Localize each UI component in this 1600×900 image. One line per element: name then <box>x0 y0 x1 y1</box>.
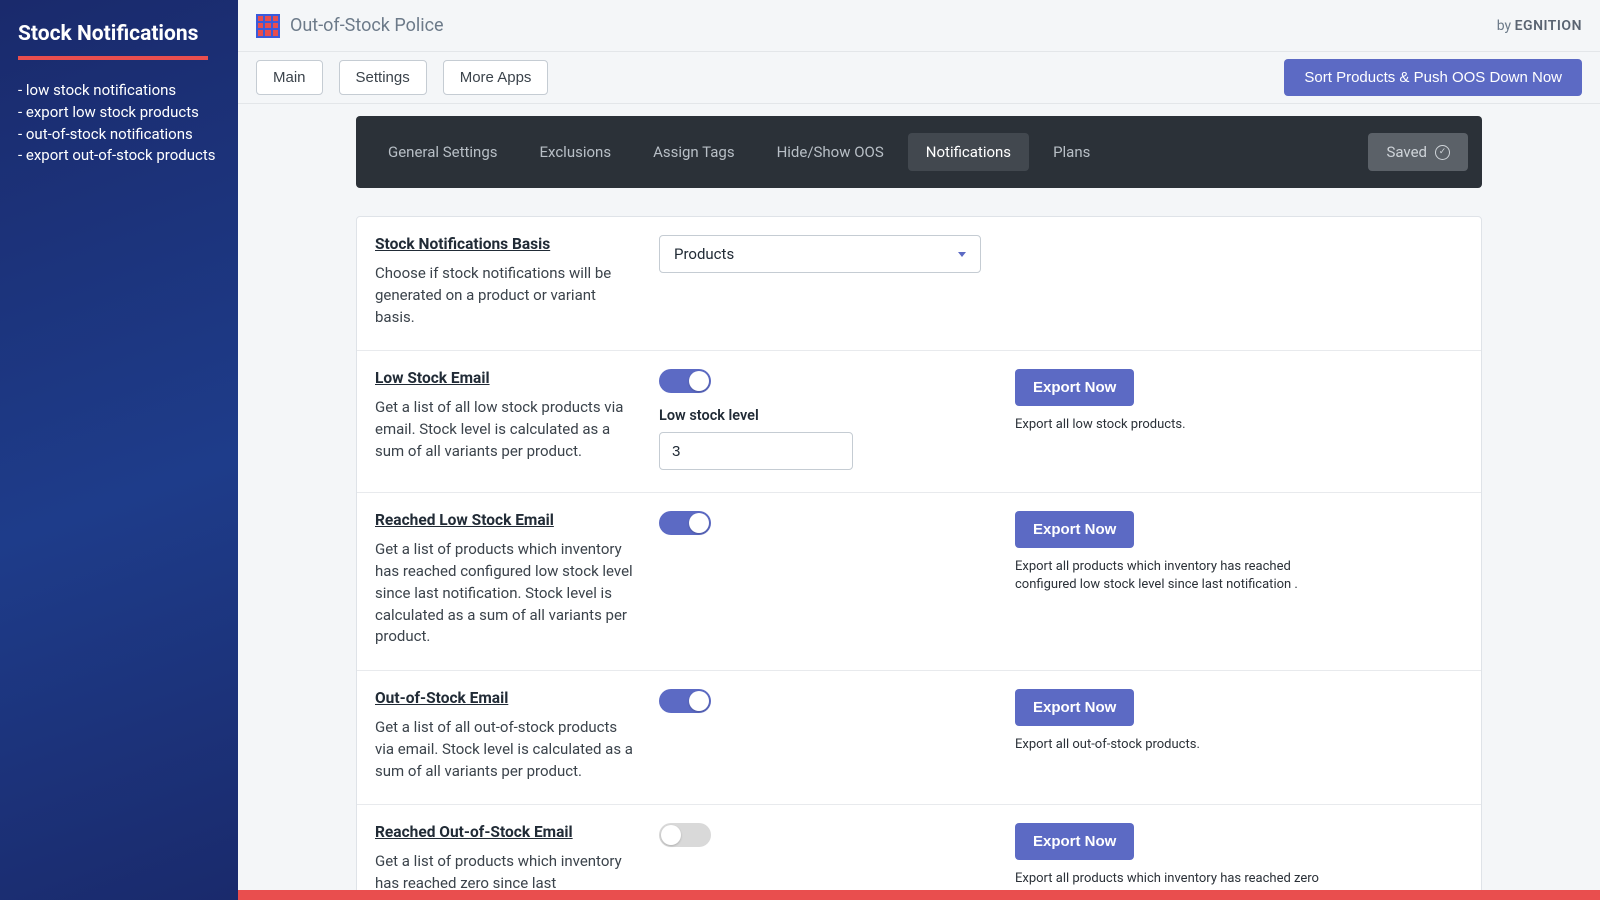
export-oos-button[interactable]: Export Now <box>1015 689 1134 726</box>
export-hint: Export all low stock products. <box>1015 416 1335 434</box>
tab-general-settings[interactable]: General Settings <box>370 133 516 171</box>
row-reached-oos-email: Reached Out-of-Stock Email Get a list of… <box>357 805 1481 900</box>
app-main: Out-of-Stock Police by EGNITION Main Set… <box>238 0 1600 900</box>
basis-select-value: Products <box>674 245 734 263</box>
low-stock-level-label: Low stock level <box>659 407 955 424</box>
tabs-bar: General Settings Exclusions Assign Tags … <box>356 116 1482 188</box>
content-area: General Settings Exclusions Assign Tags … <box>238 104 1600 900</box>
export-low-stock-button[interactable]: Export Now <box>1015 369 1134 406</box>
saved-indicator: Saved ✓ <box>1368 133 1468 171</box>
settings-panel: Stock Notifications Basis Choose if stoc… <box>356 216 1482 900</box>
export-hint: Export all products which inventory has … <box>1015 558 1335 594</box>
setting-desc: Get a list of all out-of-stock products … <box>375 717 639 782</box>
promo-bullet: export out-of-stock products <box>18 145 220 167</box>
setting-title: Stock Notifications Basis <box>375 235 639 253</box>
setting-desc: Choose if stock notifications will be ge… <box>375 263 639 328</box>
promo-list: low stock notifications export low stock… <box>18 80 220 167</box>
byline-prefix: by <box>1497 18 1515 34</box>
export-hint: Export all out-of-stock products. <box>1015 736 1335 754</box>
check-circle-icon: ✓ <box>1435 145 1450 160</box>
promo-bullet: out-of-stock notifications <box>18 124 220 146</box>
oos-toggle[interactable] <box>659 689 711 713</box>
export-reached-low-button[interactable]: Export Now <box>1015 511 1134 548</box>
promo-sidebar: Stock Notifications low stock notificati… <box>0 0 238 900</box>
low-stock-toggle[interactable] <box>659 369 711 393</box>
setting-desc: Get a list of products which inventory h… <box>375 539 639 648</box>
bottom-accent-bar <box>238 890 1600 900</box>
row-reached-low-stock-email: Reached Low Stock Email Get a list of pr… <box>357 493 1481 671</box>
byline-brand: EGNITION <box>1515 18 1582 34</box>
topbar: Out-of-Stock Police by EGNITION <box>238 0 1600 52</box>
byline: by EGNITION <box>1497 18 1582 34</box>
setting-title: Reached Out-of-Stock Email <box>375 823 639 841</box>
setting-desc: Get a list of all low stock products via… <box>375 397 639 462</box>
tab-hide-show-oos[interactable]: Hide/Show OOS <box>759 133 902 171</box>
tab-exclusions[interactable]: Exclusions <box>522 133 630 171</box>
reached-low-toggle[interactable] <box>659 511 711 535</box>
row-stock-basis: Stock Notifications Basis Choose if stoc… <box>357 217 1481 351</box>
app-grid-icon <box>256 14 280 38</box>
row-low-stock-email: Low Stock Email Get a list of all low st… <box>357 351 1481 493</box>
low-stock-level-input[interactable] <box>659 432 853 470</box>
promo-bullet: export low stock products <box>18 102 220 124</box>
setting-title: Reached Low Stock Email <box>375 511 639 529</box>
reached-oos-toggle[interactable] <box>659 823 711 847</box>
tab-assign-tags[interactable]: Assign Tags <box>635 133 753 171</box>
settings-button[interactable]: Settings <box>339 60 427 95</box>
tab-notifications[interactable]: Notifications <box>908 133 1029 171</box>
row-oos-email: Out-of-Stock Email Get a list of all out… <box>357 671 1481 805</box>
basis-select[interactable]: Products <box>659 235 981 273</box>
toolbar: Main Settings More Apps Sort Products & … <box>238 52 1600 104</box>
sort-now-button[interactable]: Sort Products & Push OOS Down Now <box>1284 59 1582 96</box>
tab-plans[interactable]: Plans <box>1035 133 1108 171</box>
promo-bullet: low stock notifications <box>18 80 220 102</box>
saved-label: Saved <box>1386 143 1427 161</box>
setting-title: Low Stock Email <box>375 369 639 387</box>
more-apps-button[interactable]: More Apps <box>443 60 549 95</box>
app-name: Out-of-Stock Police <box>290 15 444 36</box>
promo-underline <box>18 56 208 60</box>
promo-title: Stock Notifications <box>18 22 220 46</box>
setting-title: Out-of-Stock Email <box>375 689 639 707</box>
main-button[interactable]: Main <box>256 60 323 95</box>
export-reached-oos-button[interactable]: Export Now <box>1015 823 1134 860</box>
